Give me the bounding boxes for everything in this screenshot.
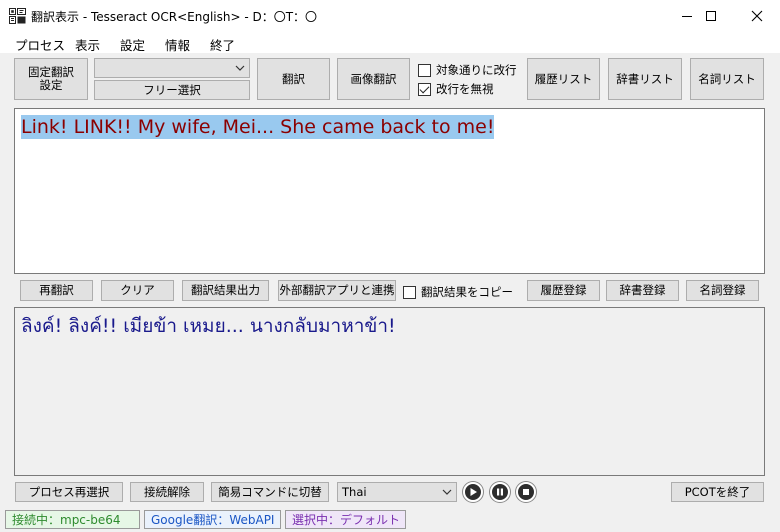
external-app-link-button[interactable]: 外部翻訳アプリと連携: [278, 280, 396, 301]
play-button[interactable]: [463, 482, 483, 502]
menu-settings[interactable]: 設定: [120, 35, 145, 54]
translate-button[interactable]: 翻訳: [257, 58, 330, 100]
noun-list-button[interactable]: 名詞リスト: [690, 58, 764, 100]
history-list-button[interactable]: 履歴リスト: [527, 58, 600, 100]
menu-process[interactable]: プロセス: [15, 35, 65, 54]
output-result-button[interactable]: 翻訳結果出力: [182, 280, 269, 301]
wrap-as-source-label: 対象通りに改行: [436, 63, 517, 77]
menu-bar: [0, 31, 780, 53]
menu-view[interactable]: 表示: [75, 35, 100, 54]
source-text-area[interactable]: Link! LINK!! My wife, Mei... She came ba…: [14, 108, 765, 274]
preset-select[interactable]: [94, 58, 250, 78]
history-register-button[interactable]: 履歴登録: [527, 280, 600, 301]
chevron-down-icon: [235, 65, 245, 71]
language-select[interactable]: Thai: [337, 482, 457, 502]
close-button[interactable]: [734, 0, 780, 31]
copy-result-checkbox[interactable]: 翻訳結果をコピー: [403, 284, 513, 300]
wrap-as-source-checkbox[interactable]: 対象通りに改行: [418, 62, 517, 78]
copy-result-label: 翻訳結果をコピー: [421, 285, 513, 299]
source-text: Link! LINK!! My wife, Mei... She came ba…: [21, 115, 495, 139]
app-logo-icon: [9, 8, 26, 24]
clear-button[interactable]: クリア: [101, 280, 174, 301]
pause-button[interactable]: [490, 482, 510, 502]
close-icon: [751, 10, 763, 21]
play-icon: [470, 488, 477, 496]
status-selection: 選択中：デフォルト: [285, 510, 406, 529]
status-engine: Google翻訳：WebAPI: [144, 510, 281, 529]
translation-text-area[interactable]: ลิงค์! ลิงค์!! เมียข้า เหมย... นางกลับมา…: [14, 307, 765, 476]
translated-text: ลิงค์! ลิงค์!! เมียข้า เหมย... นางกลับมา…: [21, 315, 396, 337]
window-title: 翻訳表示 - Tesseract OCR<English> - D：〇T：〇: [31, 10, 318, 24]
ignore-newline-label: 改行を無視: [436, 82, 494, 96]
ignore-newline-checkbox[interactable]: 改行を無視: [418, 81, 494, 97]
disconnect-button[interactable]: 接続解除: [130, 482, 204, 502]
dictionary-register-button[interactable]: 辞書登録: [606, 280, 679, 301]
pause-icon: [497, 488, 503, 496]
image-translate-button[interactable]: 画像翻訳: [337, 58, 410, 100]
menu-info[interactable]: 情報: [165, 35, 190, 54]
dictionary-list-button[interactable]: 辞書リスト: [608, 58, 682, 100]
free-select-button[interactable]: フリー選択: [94, 80, 250, 100]
menu-exit[interactable]: 終了: [210, 35, 235, 54]
stop-button[interactable]: [516, 482, 536, 502]
ignore-newline-check[interactable]: [418, 82, 431, 96]
maximize-icon: [706, 10, 716, 21]
fixed-translation-settings-button[interactable]: 固定翻訳 設定: [14, 58, 88, 100]
wrap-as-source-check[interactable]: [418, 63, 431, 77]
language-select-value: Thai: [342, 485, 367, 499]
stop-icon: [523, 489, 529, 495]
process-reselect-button[interactable]: プロセス再選択: [15, 482, 123, 502]
status-connection: 接続中：mpc-be64: [5, 510, 140, 529]
retranslate-button[interactable]: 再翻訳: [20, 280, 93, 301]
copy-result-check[interactable]: [403, 285, 416, 299]
noun-register-button[interactable]: 名詞登録: [686, 280, 759, 301]
chevron-down-icon: [442, 489, 452, 495]
exit-pcot-button[interactable]: PCOTを終了: [671, 482, 764, 502]
maximize-button[interactable]: [688, 0, 734, 31]
simple-command-button[interactable]: 簡易コマンドに切替: [211, 482, 329, 502]
